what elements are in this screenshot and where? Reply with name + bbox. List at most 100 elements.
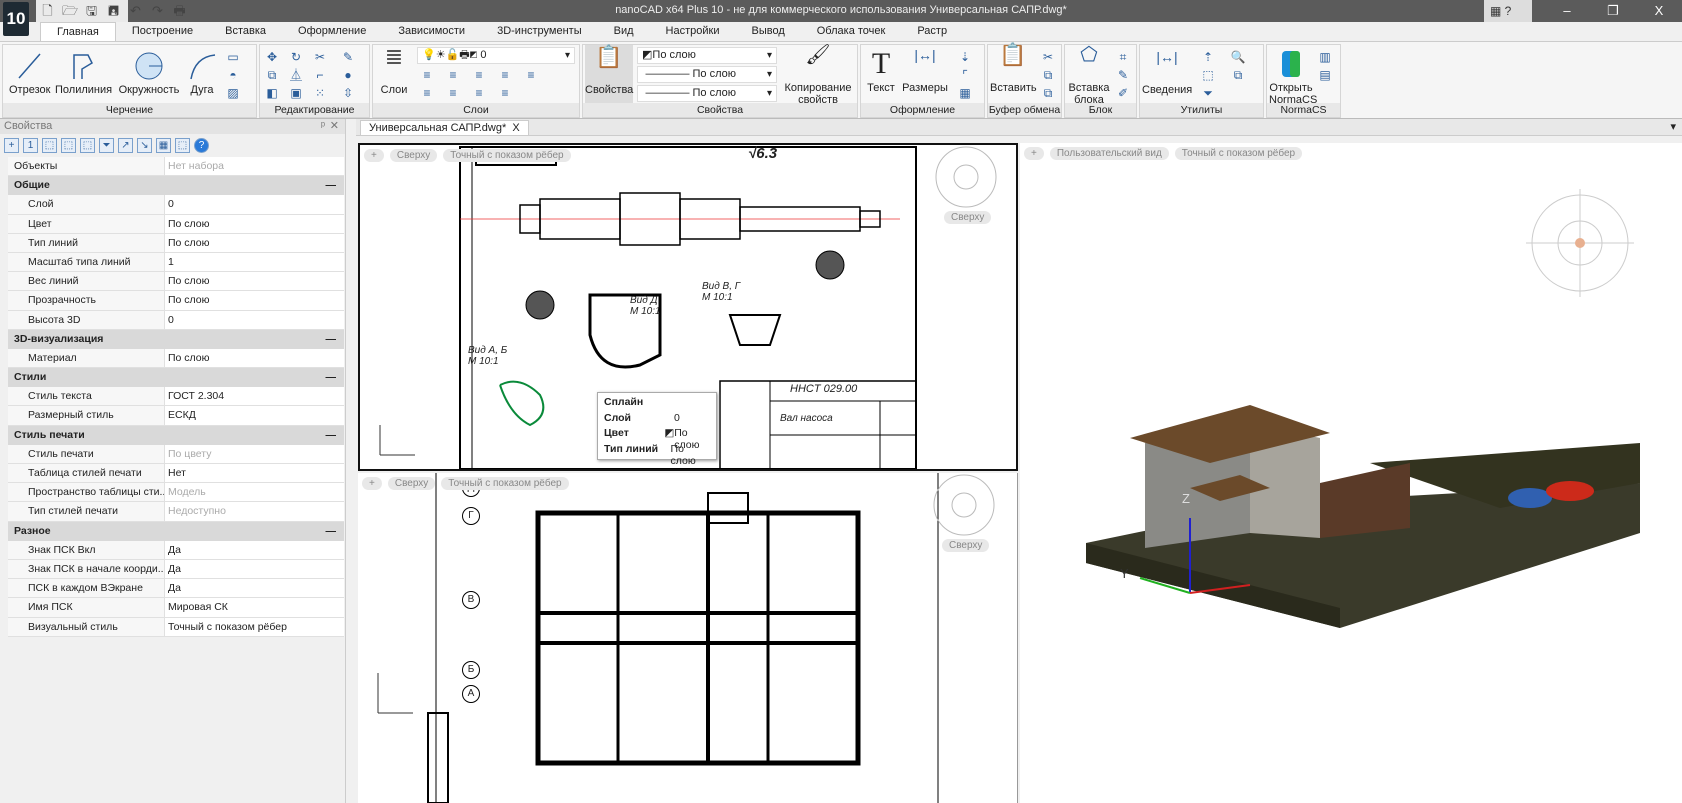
property-row[interactable]: Знак ПСК в начале коорди... Да [8, 559, 344, 580]
fillet-icon[interactable]: ⌐ [312, 67, 328, 83]
property-value[interactable]: По слою [165, 215, 344, 233]
copy-icon[interactable]: ⧉ [264, 67, 280, 83]
property-value[interactable]: Да [165, 541, 344, 559]
tab-9[interactable]: Облака точек [801, 22, 902, 41]
layer-icon[interactable]: ≡ [471, 67, 487, 83]
property-row[interactable]: Тип стилей печати Недоступно [8, 502, 344, 522]
layer-icon[interactable]: ≡ [523, 67, 539, 83]
property-value[interactable]: Нет набора [165, 157, 344, 175]
property-row[interactable]: Тип линий По слою [8, 233, 344, 253]
property-value[interactable]: 1 [165, 253, 344, 271]
property-section[interactable]: 3D-визуализация — [8, 329, 344, 349]
normacs-icon[interactable]: ▤ [1317, 67, 1333, 83]
layer-icon[interactable]: ≡ [471, 85, 487, 101]
property-row[interactable]: Объекты Нет набора [8, 157, 344, 177]
collapse-icon[interactable]: — [326, 330, 337, 348]
tab-2[interactable]: Вставка [209, 22, 282, 41]
tab-1[interactable]: Построение [116, 22, 209, 41]
single-mode-icon[interactable]: 1 [23, 137, 38, 153]
layer-icon[interactable]: ≡ [445, 85, 461, 101]
view-button[interactable]: Сверху [387, 477, 436, 490]
copy-icon[interactable]: ⧉ [1040, 67, 1056, 83]
property-section[interactable]: Стили — [8, 368, 344, 388]
linetype-combo[interactable]: ———— По слою [637, 66, 777, 83]
visual-style-button[interactable]: Точный с показом рёбер [443, 149, 571, 162]
deselect-icon[interactable]: ⬚ [175, 137, 190, 153]
restore-button[interactable]: ❐ [1590, 0, 1636, 22]
property-value[interactable]: Мировая СК [165, 598, 344, 616]
property-value[interactable]: По слою [165, 349, 344, 367]
leader-icon[interactable]: ⇣ [957, 49, 973, 65]
line-button[interactable]: Отрезок [9, 51, 50, 96]
help-icon[interactable]: ? [194, 137, 209, 153]
mirror-icon[interactable]: ⏅ [288, 67, 304, 83]
viewcube-label[interactable]: Сверху [942, 539, 990, 552]
property-value[interactable]: 0 [165, 311, 344, 329]
copy-with-base-icon[interactable]: ⧉ [1040, 85, 1056, 101]
property-row[interactable]: Цвет По слою [8, 214, 344, 234]
collapse-icon[interactable]: — [326, 176, 337, 194]
property-row[interactable]: Стиль текста ГОСТ 2.304 [8, 387, 344, 407]
hatch-icon[interactable]: ▨ [225, 85, 241, 101]
property-value[interactable]: По слою [165, 234, 344, 252]
erase-icon[interactable]: ✎ [340, 49, 356, 65]
property-row[interactable]: ПСК в каждом ВЭкране Да [8, 579, 344, 599]
stretch-icon[interactable]: ◧ [264, 85, 280, 101]
visual-style-button[interactable]: Точный с показом рёбер [441, 477, 569, 490]
layers-button[interactable]: ≣ Слои [377, 46, 411, 97]
cut-icon[interactable]: ✂ [1040, 49, 1056, 65]
circle-button[interactable]: Окружность [115, 51, 183, 96]
scale-icon[interactable]: ▣ [288, 85, 304, 101]
tab-7[interactable]: Настройки [650, 22, 736, 41]
property-value[interactable]: По слою [165, 291, 344, 309]
viewport-3d[interactable]: + Пользовательский вид Точный с показом рё… [1020, 143, 1682, 803]
dimensions-button[interactable]: |↔| Размеры [901, 48, 949, 94]
property-row[interactable]: Масштаб типа линий 1 [8, 252, 344, 273]
view-button[interactable]: Сверху [389, 149, 438, 162]
property-value[interactable]: ЕСКД [165, 406, 344, 424]
app-logo[interactable]: 10 [3, 2, 29, 36]
collapse-icon[interactable]: — [326, 368, 337, 386]
collapse-icon[interactable]: — [326, 426, 337, 444]
move-icon[interactable]: ✥ [264, 49, 280, 65]
property-row[interactable]: Прозрачность По слою [8, 291, 344, 311]
arc-button[interactable]: Дуга [185, 51, 219, 96]
property-value[interactable]: Да [165, 560, 344, 578]
property-row[interactable]: Имя ПСК Мировая СК [8, 598, 344, 618]
layer-combo[interactable]: 💡☀🔓🖶◩ 0 [417, 47, 575, 64]
property-row[interactable]: Вес линий По слою [8, 272, 344, 292]
color-combo[interactable]: ◩По слою [637, 47, 777, 64]
tab-list-icon[interactable]: ▾ [1670, 120, 1676, 133]
filter-icon[interactable]: ⏷ [99, 137, 114, 153]
layer-icon[interactable]: ≡ [497, 67, 513, 83]
edit-block-icon[interactable]: ✎ [1115, 67, 1131, 83]
property-section[interactable]: Разное — [8, 521, 344, 541]
trim-icon[interactable]: ✂ [312, 49, 328, 65]
layer-icon[interactable]: ≡ [497, 85, 513, 101]
tab-0[interactable]: Главная [40, 22, 116, 41]
match-properties-button[interactable]: 🖌 Копирование свойств [781, 45, 855, 106]
polyline-button[interactable]: Полилиния [55, 51, 112, 96]
select-all-icon[interactable]: ▦ [156, 137, 171, 153]
property-value[interactable]: По слою [165, 272, 344, 290]
attribute-icon[interactable]: ✐ [1115, 85, 1131, 101]
property-value[interactable]: Точный с показом рёбер [165, 618, 344, 636]
explode-icon[interactable]: ● [340, 67, 356, 83]
property-value[interactable]: Недоступно [165, 502, 344, 520]
property-value[interactable]: Да [165, 579, 344, 597]
property-value[interactable]: 0 [165, 195, 344, 213]
ellipse-icon[interactable]: ◓ [225, 67, 241, 83]
tab-3[interactable]: Оформление [282, 22, 382, 41]
document-tab[interactable]: Универсальная САПР.dwg* X [360, 120, 529, 136]
quick-select-icon[interactable]: ⧉ [1230, 67, 1246, 83]
property-row[interactable]: Визуальный стиль Точный с показом рёбер [8, 617, 344, 637]
property-row[interactable]: Размерный стиль ЕСКД [8, 406, 344, 426]
help-button[interactable]: ▦ ? [1484, 0, 1532, 22]
normacs-icon[interactable]: ▥ [1317, 49, 1333, 65]
tab-4[interactable]: Зависимости [382, 22, 481, 41]
select-icon[interactable]: ⬚ [1200, 67, 1216, 83]
property-section[interactable]: Общие — [8, 176, 344, 196]
filter-icon[interactable]: ⏷ [1200, 85, 1216, 101]
open-normacs-button[interactable]: Открыть NormaCS [1269, 49, 1317, 106]
property-value[interactable]: ГОСТ 2.304 [165, 387, 344, 405]
